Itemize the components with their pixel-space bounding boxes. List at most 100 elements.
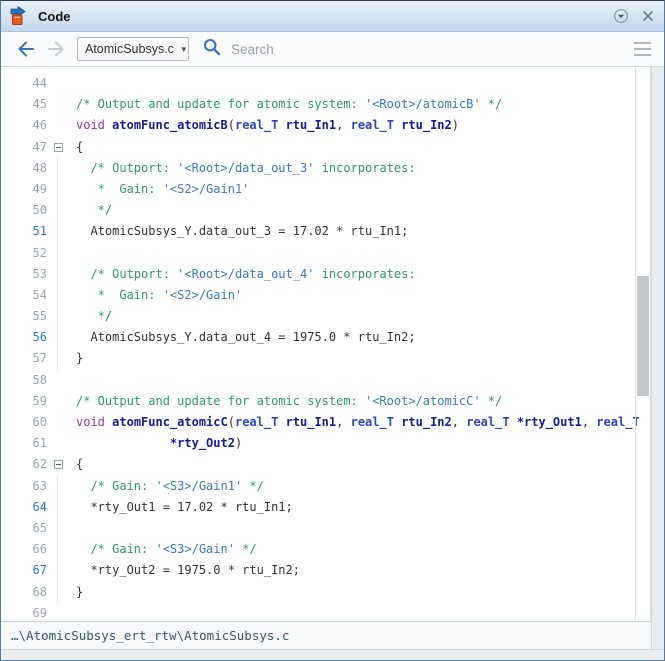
- line-number: 46: [32, 118, 47, 133]
- titlebar: Code: [1, 1, 664, 32]
- fold-collapse-icon[interactable]: [53, 142, 63, 152]
- fold-column: [47, 178, 69, 201]
- fold-column: [47, 496, 69, 519]
- search-field: [203, 38, 634, 61]
- code-line: 46 void atomFunc_atomicB(real_T rtu_In1, …: [1, 115, 651, 136]
- code-window: Code AtomicSubsys.c ▼ Search 44 45 /* Ou…: [0, 0, 665, 661]
- line-number: 55: [32, 309, 47, 324]
- code-token: *rty_Out1: [516, 415, 582, 429]
- fold-collapse-icon[interactable]: [53, 460, 63, 470]
- code-token: /* Outport:: [76, 266, 178, 281]
- code-token: incorporates:: [314, 266, 416, 281]
- code-line: 66 /* Gain: '<S3>/Gain' */: [1, 539, 651, 561]
- line-number: 57: [32, 351, 47, 366]
- fold-column: [47, 412, 69, 433]
- line-number: 56: [32, 330, 47, 345]
- code-line: 58: [1, 370, 651, 391]
- code-text: /* Gain: '<S3>/Gain' */: [76, 539, 257, 560]
- code-token: rtu_In1: [285, 415, 337, 429]
- search-input[interactable]: [229, 40, 563, 58]
- fold-column: [47, 454, 69, 475]
- code-token: *rty_Out2 = 1975.0 * rtu_In2;: [76, 563, 300, 578]
- code-token: ,: [451, 415, 467, 429]
- model-element-link[interactable]: '<Root>/atomicC': [365, 394, 481, 408]
- close-icon[interactable]: [642, 10, 654, 22]
- code-token: /* Output and update for atomic system:: [76, 97, 365, 112]
- code-token: ): [451, 118, 459, 133]
- code-token: * Gain:: [76, 181, 163, 196]
- code-text: /* Output and update for atomic system: …: [76, 391, 502, 412]
- code-line: 57}: [1, 348, 651, 370]
- code-token: real_T: [466, 415, 510, 429]
- code-text: /* Outport: '<Root>/data_out_4' incorpor…: [76, 264, 416, 285]
- fold-column: [47, 348, 69, 370]
- back-button[interactable]: [15, 38, 37, 60]
- window-frame-bottom: [1, 649, 664, 660]
- code-token: */: [76, 309, 113, 324]
- dock-menu-icon[interactable]: [613, 8, 629, 24]
- forward-button[interactable]: [45, 38, 67, 60]
- code-line: 52: [1, 242, 651, 264]
- model-element-link[interactable]: '<S2>/Gain1': [163, 182, 250, 196]
- fold-column: [47, 115, 69, 136]
- scrollbar[interactable]: [635, 67, 651, 621]
- code-token: /* Output and update for atomic system:: [76, 393, 365, 408]
- code-line: 45 /* Output and update for atomic system…: [1, 94, 651, 115]
- code-token: rtu_In1: [285, 118, 337, 133]
- code-token: real_T: [234, 118, 279, 133]
- statusbar: …\AtomicSubsys_ert_rtw\AtomicSubsys.c: [1, 621, 651, 649]
- code-line: 63 /* Gain: '<S3>/Gain1' */: [1, 475, 651, 497]
- line-number: 44: [32, 76, 47, 90]
- code-text: *rty_Out1 = 17.02 * rtu_In1;: [76, 497, 292, 518]
- fold-column: [47, 137, 69, 158]
- code-token: atomFunc_atomicB: [112, 118, 228, 133]
- fold-column: [47, 263, 69, 286]
- fold-column: [47, 200, 69, 222]
- code-text: void atomFunc_atomicB(real_T rtu_In1, re…: [76, 115, 459, 136]
- fold-column: [47, 73, 69, 94]
- code-text: /* Output and update for atomic system: …: [76, 94, 502, 115]
- code-token: AtomicSubsys_Y.data_out_4 = 1975.0 * rtu…: [76, 330, 416, 345]
- line-number: 64: [32, 499, 47, 514]
- model-element-link[interactable]: '<Root>/data_out_3': [177, 161, 314, 175]
- code-token: * Gain:: [76, 287, 163, 302]
- file-selector-dropdown[interactable]: AtomicSubsys.c ▼: [77, 37, 189, 61]
- code-line: 56 AtomicSubsys_Y.data_out_4 = 1975.0 * …: [1, 327, 651, 349]
- chevron-down-icon: ▼: [179, 44, 188, 54]
- code-token: void: [76, 415, 105, 429]
- code-token: /* Gain:: [76, 542, 156, 557]
- search-icon: [203, 38, 221, 61]
- code-token: /* Gain:: [76, 478, 156, 493]
- code-text: void atomFunc_atomicC(real_T rtu_In1, re…: [76, 412, 640, 433]
- code-text: *rty_Out2): [76, 433, 242, 454]
- line-number: 63: [32, 478, 47, 493]
- code-line: 69: [1, 603, 651, 621]
- code-token: */: [480, 393, 503, 408]
- model-element-link[interactable]: '<S3>/Gain1': [155, 479, 242, 493]
- code-line: 68}: [1, 581, 651, 603]
- code-token: }: [76, 351, 84, 366]
- model-element-link[interactable]: '<S3>/Gain': [155, 542, 234, 556]
- code-token: AtomicSubsys_Y.data_out_3 = 17.02 * rtu_…: [76, 224, 409, 239]
- code-text: {: [76, 137, 83, 158]
- line-number: 48: [32, 160, 47, 175]
- menu-icon[interactable]: [634, 42, 651, 56]
- code-token: (: [227, 415, 235, 429]
- model-element-link[interactable]: '<Root>/atomicB': [365, 97, 481, 111]
- code-text: */: [76, 306, 112, 327]
- model-element-link[interactable]: '<Root>/data_out_4': [177, 267, 314, 281]
- code-text: * Gain: '<S2>/Gain': [76, 285, 243, 306]
- window-frame-right: [651, 67, 664, 649]
- code-text: {: [76, 454, 83, 475]
- fold-column: [47, 475, 69, 497]
- code-line: 44: [1, 73, 651, 94]
- code-token: */: [234, 542, 257, 557]
- line-number: 60: [32, 415, 47, 429]
- code-line: 60 void atomFunc_atomicC(real_T rtu_In1, …: [1, 412, 651, 433]
- code-token: ,: [336, 118, 351, 133]
- model-element-link[interactable]: '<S2>/Gain': [163, 288, 242, 302]
- code-editor[interactable]: 44 45 /* Output and update for atomic syst…: [1, 67, 651, 621]
- fold-column: [47, 603, 69, 621]
- scrollbar-thumb[interactable]: [637, 276, 649, 396]
- code-token: (: [227, 118, 235, 133]
